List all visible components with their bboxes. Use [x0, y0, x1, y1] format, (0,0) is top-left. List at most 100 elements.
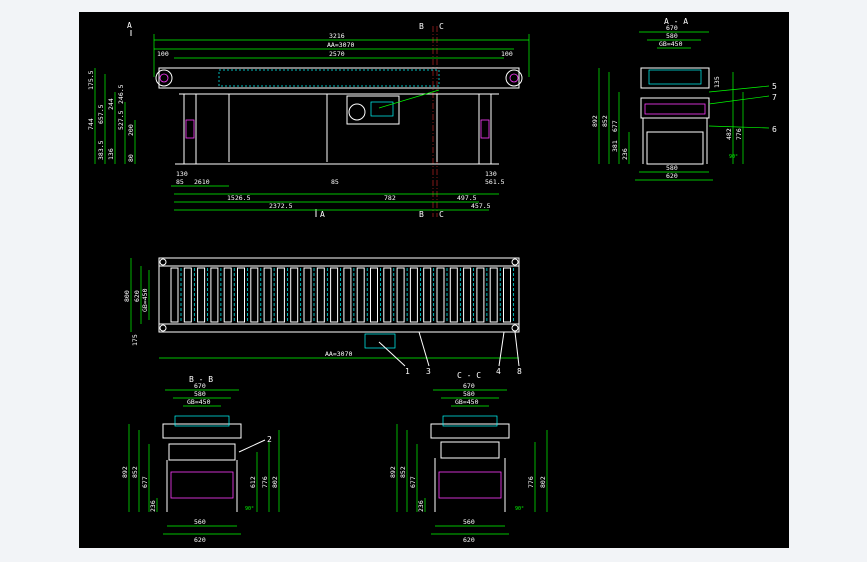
roller	[290, 267, 299, 323]
roller	[449, 267, 458, 323]
roller	[409, 267, 418, 323]
dim-85-right: 130	[485, 170, 497, 178]
dim-overall-length: 3216	[329, 32, 345, 40]
cc-dim-677: 677	[409, 476, 417, 488]
bb-dim-620: 620	[194, 536, 206, 544]
aa-dim-892: 892	[591, 115, 599, 127]
roller	[183, 267, 192, 323]
aa-dim-677: 677	[611, 120, 619, 132]
bb-dim-677: 677	[141, 476, 149, 488]
roller	[343, 267, 352, 323]
bb-dim-802: 802	[271, 476, 279, 488]
roller	[210, 267, 219, 323]
aa-dim-620: 620	[666, 172, 678, 180]
roller	[303, 267, 312, 323]
bb-dim-670: 670	[194, 382, 206, 390]
plan-dim-aa: AA=3070	[325, 350, 352, 358]
aa-dim-381: 381	[611, 140, 619, 152]
roller	[250, 267, 259, 323]
drawing-sheet: 3216 AA=3070 2570 100 100 A A B B C C 26…	[79, 12, 789, 548]
roller	[436, 267, 445, 323]
dim-left-100: 100	[157, 50, 169, 58]
dim-744: 744	[87, 118, 95, 130]
dim-136: 136	[107, 148, 115, 160]
plan-view: AA=3070 800 620 GB=450 175 1 3 4 8	[123, 257, 522, 376]
section-mark-b-bottom: B	[419, 210, 424, 219]
roller	[356, 267, 365, 323]
cc-dim-620: 620	[463, 536, 475, 544]
roller	[197, 267, 206, 323]
dim-80: 80	[127, 154, 135, 162]
roller	[170, 267, 179, 323]
cad-drawing: 3216 AA=3070 2570 100 100 A A B B C C 26…	[87, 17, 777, 544]
dim-130-left: 85	[176, 178, 184, 186]
bb-dim-776: 776	[261, 476, 269, 488]
roller	[237, 267, 245, 323]
roller	[503, 267, 511, 323]
roller	[463, 267, 472, 323]
cc-dim-852: 852	[399, 466, 407, 478]
aa-dim-776: 776	[735, 128, 743, 140]
aa-dim-236: 236	[621, 148, 629, 160]
cc-dim-892: 892	[389, 466, 397, 478]
section-mark-b-top: B	[419, 22, 424, 31]
callout-5: 5	[772, 82, 777, 91]
bb-dim-gb: GB=450	[187, 398, 211, 406]
bb-dim-560: 560	[194, 518, 206, 526]
dim-roller-span: 2570	[329, 50, 345, 58]
roller	[476, 267, 485, 323]
roller	[383, 267, 392, 323]
dim-right-100: 100	[501, 50, 513, 58]
dim-1526-5: 1526.5	[227, 194, 251, 202]
plan-dim-175: 175	[131, 334, 139, 346]
cc-dim-236: 236	[417, 500, 425, 512]
dim-2610: 85	[331, 178, 339, 186]
dim-200: 200	[127, 124, 135, 136]
cc-dim-802: 802	[539, 476, 547, 488]
aa-dim-482: 482	[725, 128, 733, 140]
cc-dim-580: 580	[463, 390, 475, 398]
aa-dim-gb: GB=450	[659, 40, 683, 48]
section-mark-c-top: C	[439, 22, 444, 31]
dim-527-5: 527.5	[117, 110, 125, 130]
callout-3: 3	[426, 367, 431, 376]
roller	[396, 267, 405, 323]
dim-aa: AA=3070	[327, 41, 354, 49]
aa-dim-670: 670	[666, 24, 678, 32]
side-view: 3216 AA=3070 2570 100 100 A A B B C C 26…	[87, 21, 530, 219]
roller	[263, 267, 272, 323]
roller	[223, 267, 232, 323]
bb-dim-236: 236	[149, 500, 157, 512]
section-b-b: B - B 670 580 GB=450 560 620 892 852 677…	[121, 375, 280, 544]
section-c-c: C - C 670 580 GB=450 560 620 892 852 677…	[389, 371, 548, 544]
dim-561-5: 497.5	[457, 194, 477, 202]
aa-angle-90: 90°	[729, 154, 738, 160]
section-mark-a-top: A	[127, 21, 132, 30]
aa-dim-580: 580	[666, 32, 678, 40]
callout-1: 1	[405, 367, 410, 376]
callout-6: 6	[772, 125, 777, 134]
roller	[370, 267, 378, 323]
callout-2: 2	[267, 435, 272, 444]
roller	[276, 267, 285, 323]
callout-8: 8	[517, 367, 522, 376]
cc-dim-560: 560	[463, 518, 475, 526]
cc-angle-90: 90°	[515, 506, 524, 512]
bb-dim-612: 612	[249, 476, 257, 488]
aa-dim-852: 852	[601, 115, 609, 127]
roller	[423, 267, 432, 323]
plan-dim-800: 800	[123, 290, 131, 302]
dim-383-5: 383.5	[97, 140, 105, 160]
aa-dim-135: 135	[713, 76, 721, 88]
dim-85-left: 130	[176, 170, 188, 178]
section-mark-a-bottom: A	[320, 210, 325, 219]
bb-dim-580: 580	[194, 390, 206, 398]
section-a-a: A - A 670 580 GB=450 580 620 892 852 677…	[591, 17, 777, 181]
callout-7: 7	[772, 93, 777, 102]
roller	[330, 267, 339, 323]
plan-dim-gb: GB=450	[141, 288, 149, 312]
dim-782: 782	[384, 194, 396, 202]
dim-175-5: 175.5	[87, 70, 95, 90]
dim-657-5: 657.5	[97, 104, 105, 124]
dim-130-right: 561.5	[485, 178, 505, 186]
